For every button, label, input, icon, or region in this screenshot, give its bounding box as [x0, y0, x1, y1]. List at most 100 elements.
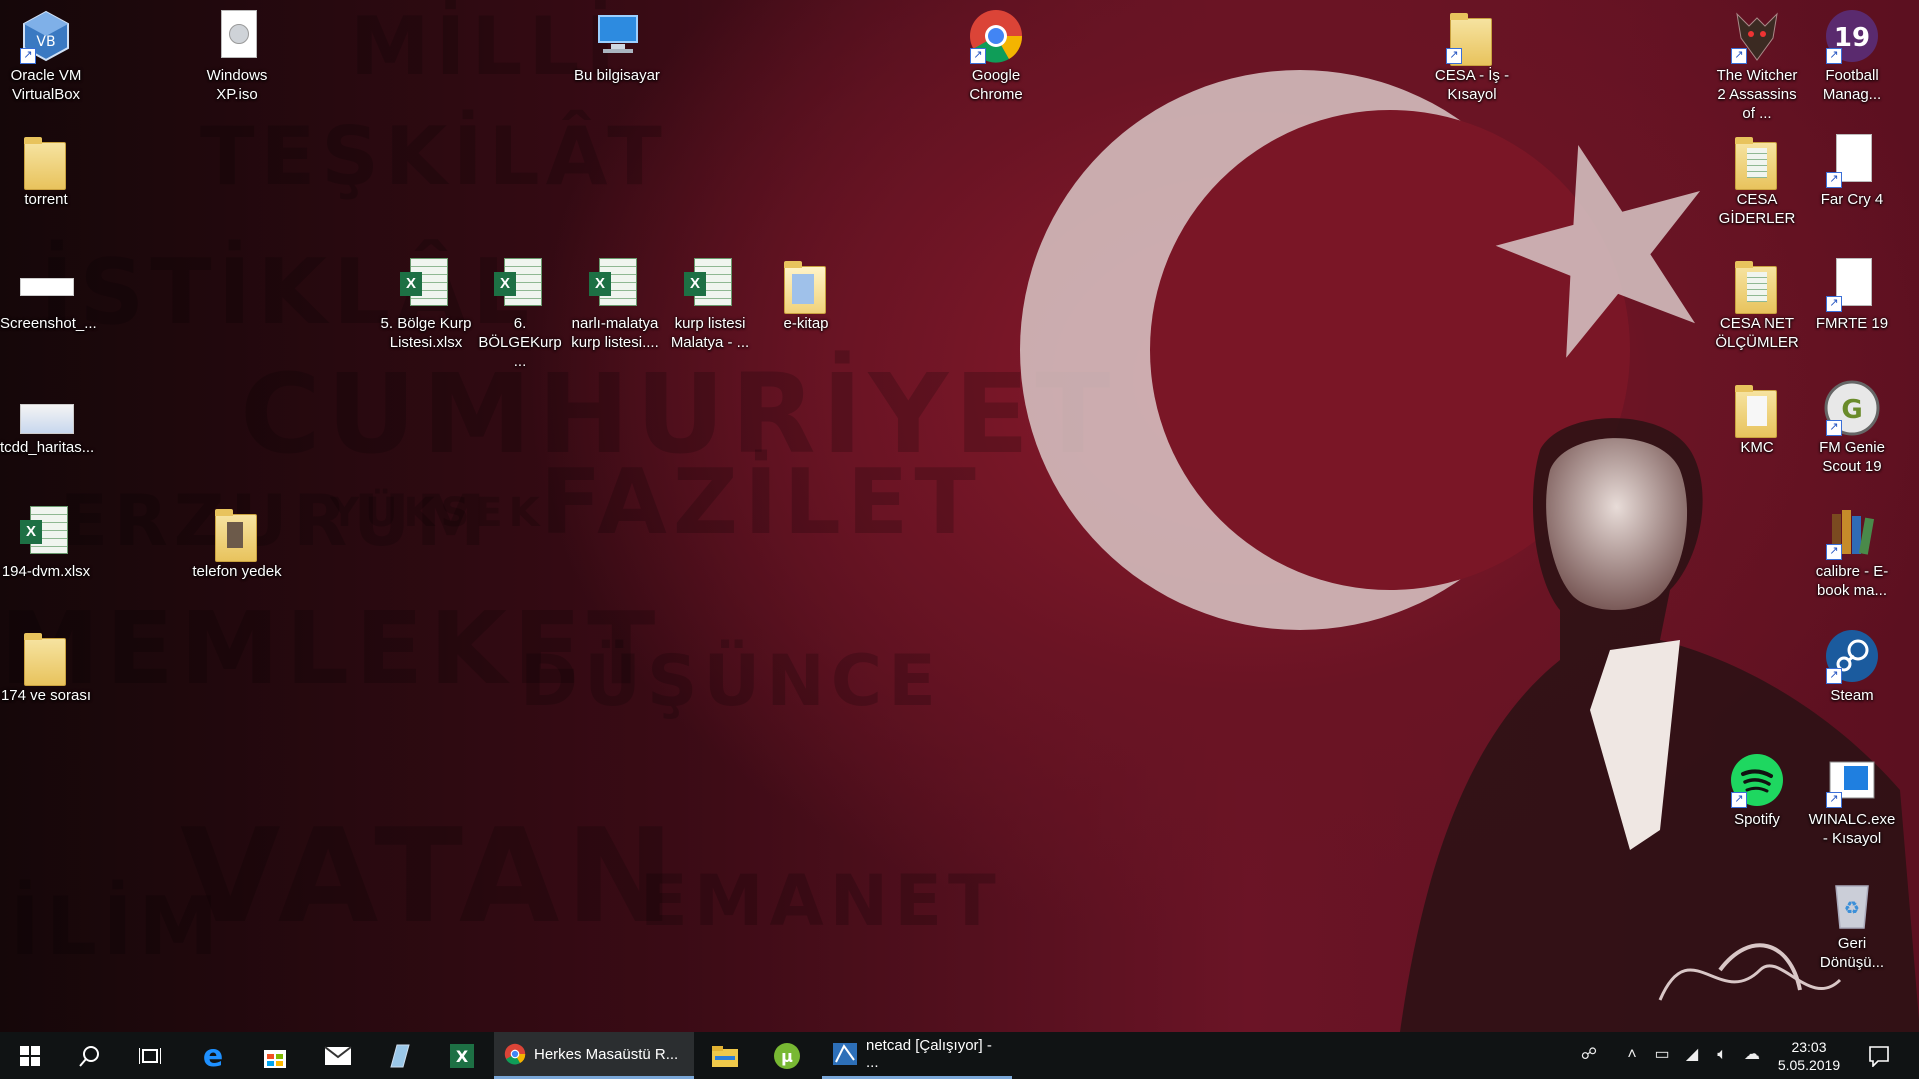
desktop-icon-kmc[interactable]: KMC	[1709, 374, 1805, 457]
clock-time: 23:03	[1791, 1039, 1827, 1055]
wallpaper-word: CUMHURİYET	[240, 350, 1117, 478]
icon-label: Bu bilgisayar	[574, 67, 660, 84]
icon-label: CESA GİDERLER	[1718, 191, 1796, 227]
desktop-icon-cesa-giderler[interactable]: CESA GİDERLER	[1709, 126, 1805, 228]
desktop-icon-bu-bilgisayar[interactable]: Bu bilgisayar	[569, 2, 665, 85]
desktop-icon-screenshot[interactable]: Screenshot_...	[0, 250, 97, 333]
image-file-icon	[18, 380, 74, 436]
desktop-icon-telefon-yedek[interactable]: telefon yedek	[189, 498, 285, 581]
desktop-icon-football-manager[interactable]: 19 ↗ Football Manag...	[1804, 2, 1900, 104]
windows-logo-icon	[20, 1045, 40, 1066]
desktop-icon-fm-genie-scout[interactable]: G ↗ FM Genie Scout 19	[1804, 374, 1900, 476]
desktop-icon-6-bolgekurp[interactable]: X 6. BÖLGEKurp ...	[472, 250, 568, 371]
excel-icon: X	[450, 1043, 474, 1068]
chrome-icon: ↗	[968, 8, 1024, 64]
icon-label: FM Genie Scout 19	[1819, 439, 1885, 475]
taskbar: e X Herkes Masaüstü R... µ netcad [Çalış…	[0, 1032, 1919, 1079]
icon-label: 6. BÖLGEKurp ...	[478, 315, 562, 370]
spotify-icon: ↗	[1729, 752, 1785, 808]
chevron-up-icon[interactable]: ˄	[1621, 1044, 1643, 1066]
taskbar-edge[interactable]: e	[183, 1032, 243, 1079]
volume-icon[interactable]: 🔈︎	[1711, 1044, 1733, 1066]
wallpaper-word: TEŞKİLÂT	[200, 110, 668, 203]
virtualbox-icon: VB ↗	[18, 8, 74, 64]
desktop-wallpaper: ERZURUM YÜKSEK FAZİLET MEMLEKET DÜŞÜNCE …	[0, 0, 1919, 1032]
wallpaper-word: EMANET	[640, 860, 1002, 942]
desktop-icon-windows-xp-iso[interactable]: Windows XP.iso	[189, 2, 285, 104]
icon-label: Oracle VM VirtualBox	[10, 67, 82, 103]
desktop-icon-fmrte-19[interactable]: ↗ FMRTE 19	[1804, 250, 1900, 333]
icon-label: The Witcher 2 Assassins of ...	[1716, 67, 1798, 122]
people-icon[interactable]: ☍	[1578, 1044, 1600, 1066]
excel-file-icon: X	[18, 504, 74, 560]
svg-text:VB: VB	[36, 34, 55, 50]
folder-shortcut-icon: ↗	[1444, 8, 1500, 66]
desktop-icon-174-ve-sorasi[interactable]: 174 ve sorası	[0, 622, 94, 705]
taskbar-clock[interactable]: 23:03 5.05.2019	[1774, 1038, 1844, 1074]
cloud-icon[interactable]: ☁	[1741, 1044, 1763, 1066]
icon-label: Football Manag...	[1822, 67, 1882, 103]
svg-text:♻: ♻	[1844, 898, 1860, 919]
folder-icon	[18, 628, 74, 686]
folder-icon	[778, 256, 834, 314]
battery-icon[interactable]: ▭	[1651, 1044, 1673, 1066]
desktop-icon-winalc[interactable]: ↗ WINALC.exe - Kısayol	[1804, 746, 1900, 848]
desktop-icon-194-dvm[interactable]: X 194-dvm.xlsx	[0, 498, 94, 581]
desktop-icon-e-kitap[interactable]: e-kitap	[758, 250, 854, 333]
desktop-icon-narli-malatya[interactable]: X narlı-malatya kurp listesi....	[567, 250, 663, 352]
desktop-icon-google-chrome[interactable]: ↗ Google Chrome	[948, 2, 1044, 104]
desktop-icon-spotify[interactable]: ↗ Spotify	[1709, 746, 1805, 829]
icon-label: e-kitap	[783, 315, 829, 332]
taskbar-utorrent[interactable]: µ	[756, 1032, 818, 1079]
start-button[interactable]	[0, 1032, 60, 1079]
desktop-icon-5-bolge-kurp[interactable]: X 5. Bölge Kurp Listesi.xlsx	[378, 250, 474, 352]
recycle-bin-icon: ♻	[1824, 876, 1880, 932]
netcad-icon	[833, 1043, 857, 1065]
icon-label: kurp listesi Malatya - ...	[670, 315, 750, 351]
desktop-icon-virtualbox[interactable]: VB ↗ Oracle VM VirtualBox	[0, 2, 94, 104]
desktop-icon-calibre[interactable]: ↗ calibre - E-book ma...	[1804, 498, 1900, 600]
desktop-icon-far-cry-4[interactable]: ↗ Far Cry 4	[1804, 126, 1900, 209]
wallpaper-word: VATAN	[180, 800, 681, 952]
icon-label: 174 ve sorası	[0, 687, 92, 704]
desktop-icon-steam[interactable]: ↗ Steam	[1804, 622, 1900, 705]
desktop-icon-cesa-net-olcumler[interactable]: CESA NET ÖLÇÜMLER	[1709, 250, 1805, 352]
folder-icon	[1729, 132, 1785, 190]
desktop-icon-kurp-listesi-malatya[interactable]: X kurp listesi Malatya - ...	[662, 250, 758, 352]
utorrent-icon: µ	[774, 1042, 800, 1069]
computer-icon	[589, 8, 645, 64]
desktop-icon-witcher-2[interactable]: ↗ The Witcher 2 Assassins of ...	[1709, 2, 1805, 123]
folder-icon	[18, 132, 74, 190]
folder-icon	[209, 504, 265, 562]
icon-label: WINALC.exe - Kısayol	[1808, 811, 1896, 847]
taskbar-app-label: netcad [Çalışıyor] - ...	[866, 1037, 992, 1071]
image-file-icon	[18, 256, 74, 312]
folder-icon	[1729, 380, 1785, 438]
desktop-icon-cesa-is[interactable]: ↗ CESA - İş - Kısayol	[1424, 2, 1520, 104]
taskbar-excel[interactable]: X	[432, 1032, 492, 1079]
fm-genie-icon: G ↗	[1824, 380, 1880, 436]
taskbar-file-explorer[interactable]	[694, 1032, 756, 1079]
excel-file-icon: X	[492, 256, 548, 312]
taskbar-mail[interactable]	[308, 1032, 368, 1079]
calibre-icon: ↗	[1824, 504, 1880, 560]
task-view-button[interactable]	[120, 1032, 180, 1079]
taskbar-app-chrome[interactable]: Herkes Masaüstü R...	[494, 1032, 694, 1079]
icon-label: Screenshot_...	[0, 315, 97, 332]
desktop-icon-geri-donusum[interactable]: ♻ Geri Dönüşü...	[1804, 870, 1900, 972]
taskbar-store[interactable]	[245, 1032, 305, 1079]
icon-label: CESA NET ÖLÇÜMLER	[1715, 315, 1799, 351]
folder-icon	[1729, 256, 1785, 314]
action-center-button[interactable]	[1854, 1032, 1904, 1079]
wifi-icon[interactable]: ◢	[1681, 1044, 1703, 1066]
search-button[interactable]	[60, 1032, 120, 1079]
desktop-icon-torrent[interactable]: torrent	[0, 126, 94, 209]
icon-label: Google Chrome	[969, 67, 1023, 103]
desktop-icon-tcdd-haritas[interactable]: tcdd_haritas...	[0, 374, 94, 457]
app-window-icon: ↗	[1824, 752, 1880, 808]
icon-label: 5. Bölge Kurp Listesi.xlsx	[380, 315, 472, 351]
search-icon	[79, 1045, 99, 1067]
taskbar-app-netcad[interactable]: netcad [Çalışıyor] - ...	[822, 1032, 1012, 1079]
taskbar-app-unknown[interactable]	[370, 1032, 430, 1079]
chrome-icon	[504, 1043, 526, 1065]
